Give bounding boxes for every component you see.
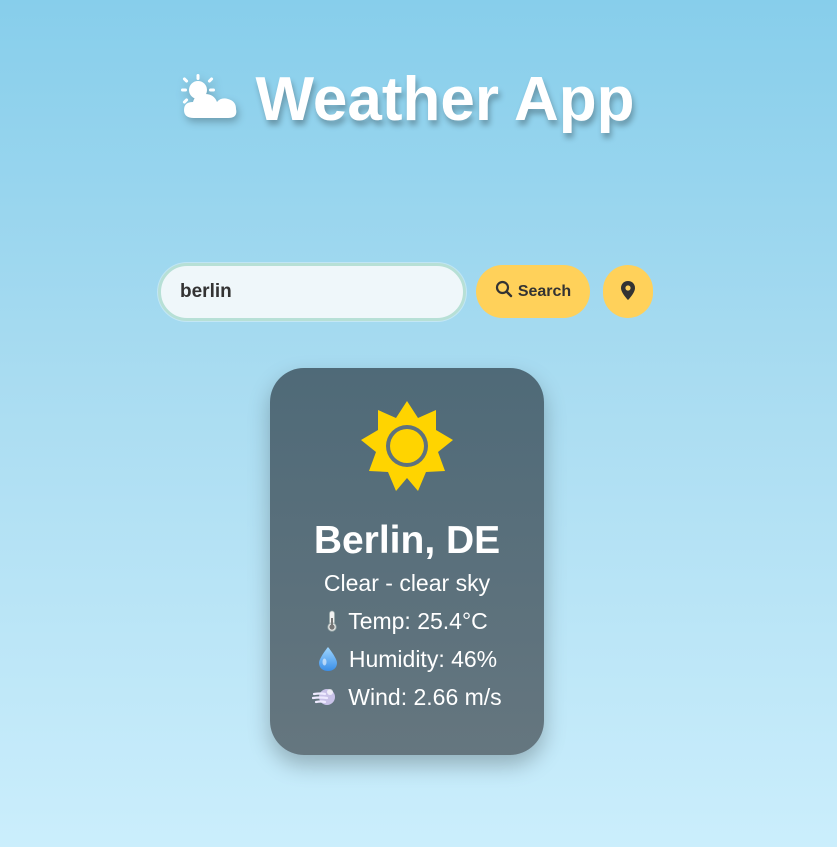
humidity-text: Humidity: 46% <box>348 646 498 672</box>
current-location-button[interactable] <box>603 265 653 318</box>
droplet-icon <box>317 646 339 672</box>
wind-icon <box>312 685 338 709</box>
search-icon <box>495 280 513 303</box>
page-title: Weather App <box>0 62 812 142</box>
map-pin-icon <box>621 280 635 303</box>
thermometer-icon <box>326 610 338 632</box>
humidity-row: Humidity: 46% <box>270 644 544 674</box>
title-text: Weather App <box>255 64 635 134</box>
search-button-label: Search <box>517 282 572 300</box>
temperature-row: Temp: 25.4°C <box>270 606 544 636</box>
search-field[interactable] <box>158 263 466 321</box>
temperature-text: Temp: 25.4°C <box>348 608 488 634</box>
sun-icon <box>360 400 454 497</box>
weather-card: Berlin, DE Clear - clear sky Temp: 25.4°… <box>270 368 544 755</box>
wind-text: Wind: 2.66 m/s <box>348 684 502 710</box>
city-search-input[interactable] <box>180 266 440 318</box>
search-button[interactable]: Search <box>476 265 590 318</box>
wind-row: Wind: 2.66 m/s <box>270 682 544 712</box>
sun-behind-cloud-icon <box>178 66 242 142</box>
weather-description: Clear - clear sky <box>323 570 491 596</box>
city-name: Berlin, DE <box>313 519 501 562</box>
